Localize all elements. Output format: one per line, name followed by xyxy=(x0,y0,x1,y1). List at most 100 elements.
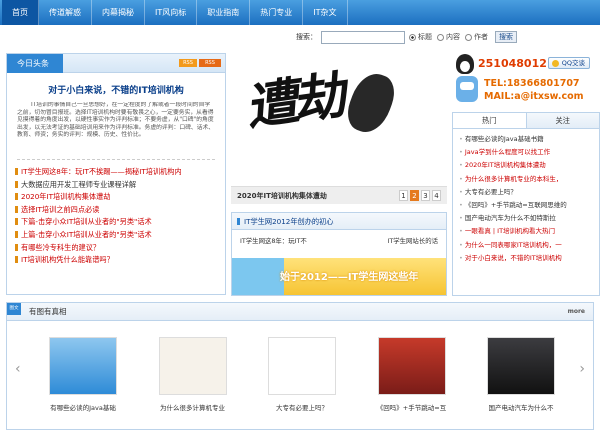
list-item-text: 大数据应用开发工程师专业课程详解 xyxy=(21,179,137,189)
list-item-text: 上篇-击穿小众IT培训从业者的"另类"话术 xyxy=(21,229,152,239)
history-banner[interactable]: 始于2012——IT学生网这些年 xyxy=(232,258,446,295)
list-item-text: IT培训机构凭什么能靠谱吗？ xyxy=(21,255,114,265)
headline-title[interactable]: 对于小白来说，不错的IT培训机构 xyxy=(7,83,225,96)
search-option-title[interactable]: 标题 xyxy=(409,32,432,42)
list-item[interactable]: IT培训机构凭什么能靠谱吗？ xyxy=(15,254,221,267)
gallery-caption[interactable]: 《回吗》+手节跳动=互 xyxy=(366,402,458,412)
gallery-thumbnail[interactable] xyxy=(377,337,446,395)
slider-caption-bar: 2020年IT培训机构集体遭劫 1234 xyxy=(231,186,447,204)
bullet-icon xyxy=(15,168,18,175)
tab-hot[interactable]: 热门 xyxy=(453,113,527,128)
list-item[interactable]: 2020年IT培训机构集体遭劫 xyxy=(459,159,597,172)
nav-item-0[interactable]: 首页 xyxy=(2,0,39,25)
hot-panel-tabs: 热门 关注 xyxy=(453,113,599,129)
list-item[interactable]: 大专有必要上吗？ xyxy=(459,186,597,199)
search-button[interactable]: 搜索 xyxy=(495,31,517,43)
gallery-strip: 有哪些必读的Java基础 为什么很多计算机专业 大专有必要上吗？ 《回吗》+手节跳动=… xyxy=(37,337,567,412)
rss-feed-icon[interactable]: RSS xyxy=(199,59,221,67)
slider-caption[interactable]: 2020年IT培训机构集体遭劫 xyxy=(237,191,327,201)
list-item[interactable]: 一眼看真 | IT培训机构看大热门 xyxy=(459,225,597,238)
gallery-thumbnail[interactable] xyxy=(487,337,555,395)
nav-item-1[interactable]: 传道解惑 xyxy=(39,0,92,25)
origin-story-panel: IT学生网2012年创办的初心 IT学生网这8年：玩IT不 IT学生网站长的话 … xyxy=(231,212,447,296)
robot-mascot-icon xyxy=(456,76,478,102)
gallery-next-arrow-icon[interactable]: › xyxy=(579,361,585,377)
list-item[interactable]: 大数据应用开发工程师专业课程详解 xyxy=(15,179,221,192)
gallery-caption[interactable]: 国产电动汽车为什么不 xyxy=(475,402,567,412)
list-item[interactable]: 《回吗》+手节跳动=互联网思维的 xyxy=(459,199,597,212)
today-news-list: IT学生网这8年：玩IT不挨踢——揭秘IT培训机构内 大数据应用开发工程师专业课程… xyxy=(15,166,225,267)
list-item-text: 有哪些冷专科生的建议？ xyxy=(21,242,101,252)
list-item[interactable]: 为什么一同表哪家IT培训机构，一 xyxy=(459,239,597,252)
qq-number: 251048012 xyxy=(478,57,547,70)
search-bar: 搜索： 标题 内容 作者 搜索 xyxy=(296,29,600,45)
nav-item-3[interactable]: IT风向标 xyxy=(145,0,198,25)
tab-follow[interactable]: 关注 xyxy=(526,113,599,128)
bullet-icon xyxy=(15,256,18,264)
list-item[interactable]: 2020年IT培训机构集体遭劫 xyxy=(15,191,221,204)
gallery-thumbnail[interactable] xyxy=(49,337,117,395)
nav-item-6[interactable]: IT杂文 xyxy=(303,0,348,25)
today-tab[interactable]: 今日头条 xyxy=(7,54,63,73)
gallery-item[interactable]: 国产电动汽车为什么不 xyxy=(475,337,567,412)
ink-splash xyxy=(341,67,401,139)
slider-page-1[interactable]: 1 xyxy=(399,190,408,201)
slider-page-4[interactable]: 4 xyxy=(432,190,441,201)
slider-page-3[interactable]: 3 xyxy=(421,190,430,201)
banner-sky-graphic xyxy=(232,258,284,295)
gallery-badge: 图文 xyxy=(7,303,21,315)
gallery-prev-arrow-icon[interactable]: ‹ xyxy=(15,361,21,377)
list-item[interactable]: 下篇-击穿小众IT培训从业者的"另类"话术 xyxy=(15,216,221,229)
list-item[interactable]: 有哪些必读的Java基础书籍 xyxy=(459,133,597,146)
search-input[interactable] xyxy=(321,30,405,44)
gallery-thumbnail[interactable] xyxy=(268,337,336,395)
gallery-thumbnail[interactable] xyxy=(158,337,227,395)
bullet-icon xyxy=(15,205,18,213)
nav-item-4[interactable]: 职业指南 xyxy=(197,0,251,25)
banner-text: 始于2012——IT学生网这些年 xyxy=(280,272,419,283)
featured-slider[interactable]: 遭劫 xyxy=(231,53,447,204)
gallery-item[interactable]: 大专有必要上吗？ xyxy=(256,337,348,412)
list-item[interactable]: 有哪些冷专科生的建议？ xyxy=(15,242,221,255)
bullet-icon xyxy=(15,243,18,251)
search-option-content[interactable]: 内容 xyxy=(437,32,460,42)
nav-item-2[interactable]: 内幕揭秘 xyxy=(92,0,145,25)
gallery-caption[interactable]: 为什么很多计算机专业 xyxy=(147,402,239,412)
list-item[interactable]: Java学到什么程度可以找工作 xyxy=(459,146,597,159)
today-panel-header: 今日头条 RSS RSS xyxy=(7,54,225,73)
bullet-icon xyxy=(15,218,18,226)
list-item[interactable]: 上篇-击穿小众IT培训从业者的"另类"话术 xyxy=(15,229,221,242)
origin-link-founder[interactable]: IT学生网站长的话 xyxy=(387,236,438,245)
list-item-text: IT学生网这8年：玩IT不挨踢——揭秘IT培训机构内 xyxy=(21,167,182,176)
headline-summary: IT培训的事情自己一旦思想好，在一定程度的了解或者一段时间的自学之前，切勿冒目报… xyxy=(17,102,215,160)
search-label: 搜索： xyxy=(296,33,317,41)
list-item[interactable]: 选择IT培训之前四点必读 xyxy=(15,204,221,217)
list-item-text: 选择IT培训之前四点必读 xyxy=(21,204,100,214)
gallery-item[interactable]: 有哪些必读的Java基础 xyxy=(37,337,129,412)
gallery-more-link[interactable]: more xyxy=(568,303,585,321)
list-item-text: 2020年IT培训机构集体遭劫 xyxy=(21,192,111,202)
qq-chat-button[interactable]: QQ交谈 xyxy=(548,57,590,69)
slider-page-2[interactable]: 2 xyxy=(410,190,419,201)
list-item[interactable]: 为什么很多计算机专业的本科生， xyxy=(459,173,597,186)
list-item-text: 下篇-击穿小众IT培训从业者的"另类"话术 xyxy=(21,217,152,227)
hot-panel: 热门 关注 有哪些必读的Java基础书籍Java学到什么程度可以找工作2020年… xyxy=(452,112,600,296)
gallery-caption[interactable]: 有哪些必读的Java基础 xyxy=(37,402,129,412)
bullet-icon xyxy=(15,180,18,188)
gallery-caption[interactable]: 大专有必要上吗？ xyxy=(256,402,348,412)
list-item[interactable]: 国产电动汽车为什么不如特斯拉 xyxy=(459,212,597,225)
list-item[interactable]: IT学生网这8年：玩IT不挨踢——揭秘IT培训机构内 xyxy=(15,166,221,179)
gallery-item[interactable]: 为什么很多计算机专业 xyxy=(147,337,239,412)
gallery-header: 图文 有图有真相 more xyxy=(7,303,593,321)
list-item[interactable]: 对于小白来说，不错的IT培训机构 xyxy=(459,252,597,265)
gallery-item[interactable]: 《回吗》+手节跳动=互 xyxy=(366,337,458,412)
nav-item-5[interactable]: 热门专业 xyxy=(250,0,304,25)
origin-panel-title[interactable]: IT学生网2012年创办的初心 xyxy=(232,213,446,230)
gallery-panel: 图文 有图有真相 more ‹ › 有哪些必读的Java基础 为什么很多计算机专业… xyxy=(6,302,594,430)
contact-mail[interactable]: MAIL:a@itxsw.com xyxy=(484,91,584,102)
contact-tel: TEL:18366801707 xyxy=(484,78,580,89)
search-option-author[interactable]: 作者 xyxy=(465,32,488,42)
origin-link-8years[interactable]: IT学生网这8年：玩IT不 xyxy=(240,236,307,245)
rss-icon[interactable]: RSS xyxy=(179,59,197,67)
bullet-icon xyxy=(15,193,18,201)
